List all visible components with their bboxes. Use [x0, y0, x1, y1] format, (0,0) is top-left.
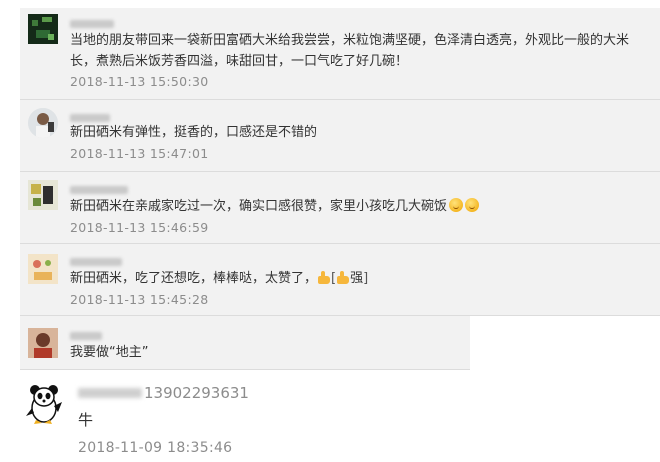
avatar[interactable] [28, 108, 58, 138]
avatar-image [28, 14, 58, 44]
username-blurred [70, 114, 110, 122]
comment-text: 新田硒米，吃了还想吃，棒棒哒，太赞了，[强] [70, 268, 652, 289]
smiley-emoji-icon [449, 198, 464, 212]
avatar-image [28, 108, 58, 138]
avatar[interactable] [28, 14, 58, 44]
username-blurred [70, 258, 122, 266]
comment-timestamp: 2018-11-13 15:47:01 [70, 146, 209, 161]
thumbs-up-icon [317, 270, 331, 284]
avatar[interactable] [28, 180, 58, 210]
avatar-image [28, 180, 58, 210]
comment-card: 新田硒米，吃了还想吃，棒棒哒，太赞了，[强] 2018-11-13 15:45:… [20, 244, 660, 316]
comment-text: 新田硒米在亲戚家吃过一次，确实口感很赞，家里小孩吃几大碗饭 [70, 196, 652, 217]
comment-text: 我要做“地主” [70, 345, 149, 360]
username-blurred [78, 388, 142, 398]
avatar[interactable] [28, 328, 58, 358]
comment-card: 我要做“地主” [20, 316, 470, 370]
comment-text: 新田硒米有弹性，挺香的，口感还是不错的 [70, 125, 318, 140]
bracket-close: ] [363, 271, 369, 286]
reaction-label: 强 [350, 271, 364, 286]
phone-number: 13902293631 [144, 384, 249, 402]
username-blurred [70, 186, 128, 194]
comment-body: 新田硒米，吃了还想吃，棒棒哒，太赞了， [70, 271, 318, 286]
username-blurred [70, 20, 114, 28]
comment-body: 新田硒米在亲戚家吃过一次，确实口感很赞，家里小孩吃几大碗饭 [70, 199, 448, 214]
comment-card: 当地的朋友带回来一袋新田富硒大米给我尝尝，米粒饱满坚硬，色泽清白透亮，外观比一般… [20, 8, 660, 100]
comment-timestamp: 2018-11-13 15:46:59 [70, 220, 209, 235]
comment-text: 当地的朋友带回来一袋新田富硒大米给我尝尝，米粒饱满坚硬，色泽清白透亮，外观比一般… [70, 33, 630, 69]
username-blurred [70, 332, 102, 340]
comment-card: 13902293631 牛 2018-11-09 18:35:46 [20, 378, 470, 462]
panda-icon [26, 385, 62, 424]
comment-card: 新田硒米有弹性，挺香的，口感还是不错的 2018-11-13 15:47:01 [20, 100, 660, 172]
comment-card: 新田硒米在亲戚家吃过一次，确实口感很赞，家里小孩吃几大碗饭 2018-11-13… [20, 172, 660, 244]
comment-timestamp: 2018-11-13 15:50:30 [70, 74, 209, 89]
comment-text: 牛 [78, 411, 94, 429]
smiley-emoji-icon [465, 198, 480, 212]
avatar-image [28, 328, 58, 358]
panda-avatar[interactable] [24, 382, 64, 424]
comment-timestamp: 2018-11-13 15:45:28 [70, 292, 209, 307]
avatar-image [28, 254, 58, 284]
avatar[interactable] [28, 254, 58, 284]
comment-timestamp: 2018-11-09 18:35:46 [78, 440, 233, 456]
thumbs-up-icon [336, 270, 350, 284]
